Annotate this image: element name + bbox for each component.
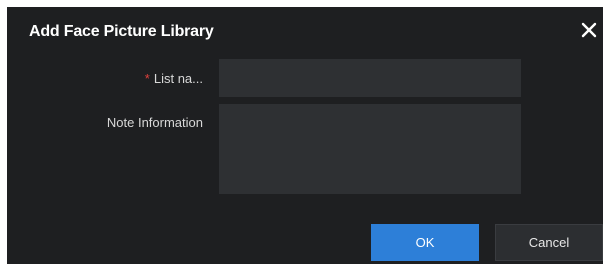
add-face-library-dialog: Add Face Picture Library * List na... Not… [7, 7, 603, 264]
close-icon[interactable] [580, 21, 598, 39]
ok-button[interactable]: OK [371, 224, 479, 261]
required-mark: * [144, 71, 150, 86]
dialog-title: Add Face Picture Library [29, 23, 214, 40]
list-name-input[interactable] [219, 59, 521, 97]
cancel-button[interactable]: Cancel [495, 224, 603, 261]
note-information-textarea[interactable] [219, 104, 521, 194]
list-name-label: * List na... [43, 71, 203, 86]
list-name-label-text: List na... [153, 71, 203, 86]
note-information-label: Note Information [106, 115, 203, 130]
